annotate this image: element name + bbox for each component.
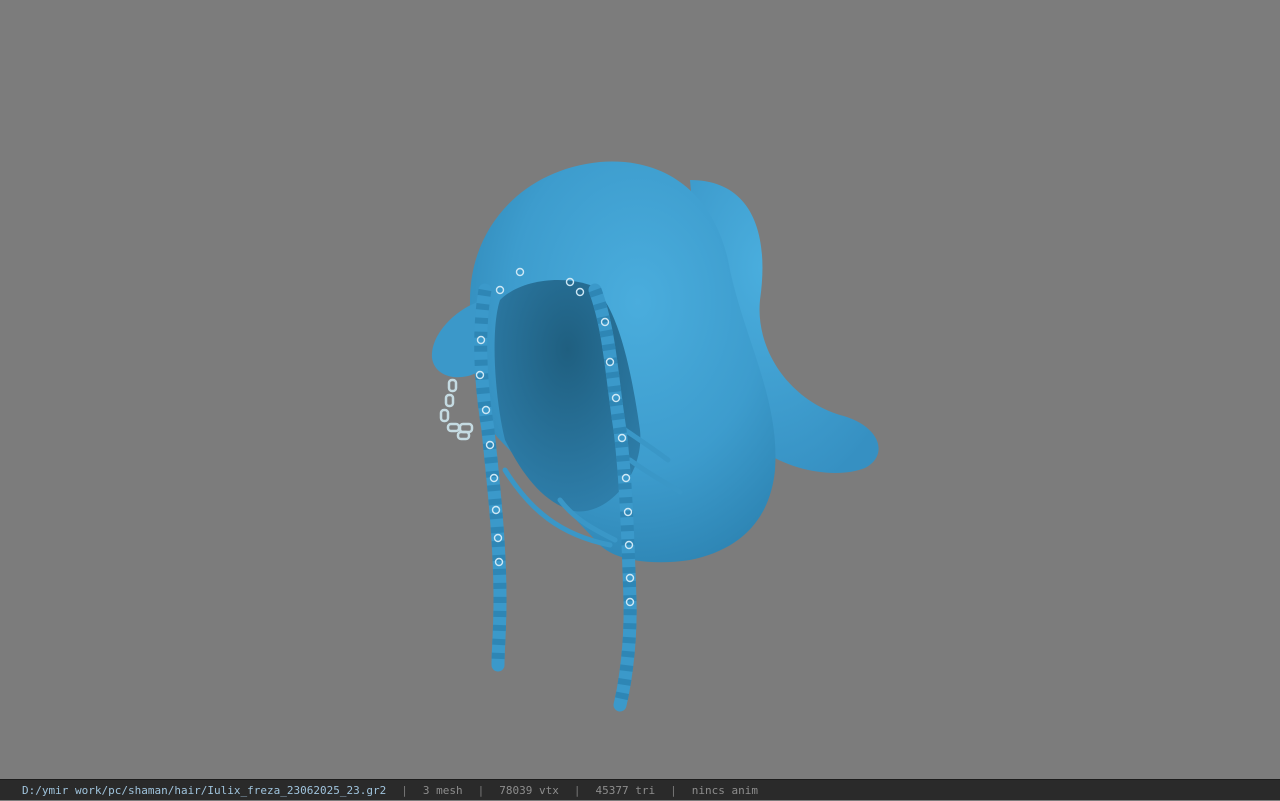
hair-model-render	[431, 161, 879, 712]
separator: |	[477, 783, 485, 797]
separator: |	[573, 783, 581, 797]
chain-accessory	[439, 378, 474, 441]
vertex-count: 78039 vtx	[499, 783, 559, 797]
mesh-count: 3 mesh	[422, 783, 463, 797]
status-bar: D:/ymir work/pc/shaman/hair/Iulix_freza_…	[0, 779, 1280, 800]
triangle-count: 45377 tri	[595, 783, 656, 797]
separator: |	[670, 783, 677, 797]
3d-viewport[interactable]	[0, 0, 1280, 779]
file-path: D:/ymir work/pc/shaman/hair/Iulix_freza_…	[22, 783, 387, 797]
separator: |	[401, 783, 408, 797]
animation-status: nincs anim	[691, 783, 758, 797]
hair-side-bun	[431, 302, 478, 378]
